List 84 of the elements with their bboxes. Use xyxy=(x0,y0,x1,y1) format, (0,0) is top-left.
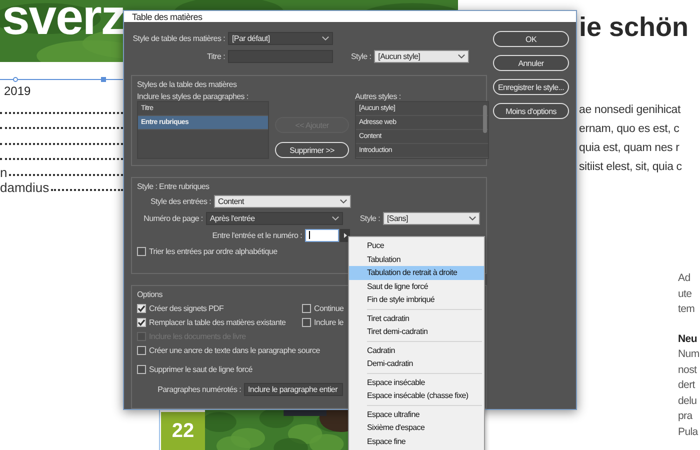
remove-button[interactable]: Supprimer >> xyxy=(275,142,349,158)
separator-field[interactable] xyxy=(305,228,339,242)
caret-icon xyxy=(332,216,339,220)
checkbox-label: Trier les entrées par ordre alphabétique xyxy=(149,247,278,256)
menu-item[interactable]: Espace insécable (chasse fixe) xyxy=(349,389,484,402)
paragraph-line: quia est, quam nes r xyxy=(579,141,680,155)
caret-icon xyxy=(469,216,476,220)
handle-icon[interactable] xyxy=(13,77,18,82)
list-label: Autres styles : xyxy=(355,92,401,101)
dropdown[interactable]: [Sans] xyxy=(383,212,480,224)
checkbox[interactable] xyxy=(137,304,146,313)
subheading: Neu xyxy=(678,332,698,346)
group-title: Options xyxy=(137,290,162,299)
dropdown[interactable]: Après l'entrée xyxy=(206,212,343,224)
paragraph-line: tem xyxy=(678,302,696,317)
paragraph-line: ute xyxy=(678,286,693,302)
window-title: Table des matières xyxy=(132,12,202,22)
menu-item[interactable]: Espace insécable xyxy=(349,376,484,389)
menu-item[interactable]: Demi-cadratin xyxy=(349,357,484,370)
paragraph-line: sitiist elest, sit, quia c xyxy=(579,160,682,174)
menu-item[interactable]: Tabulation de retrait à droite xyxy=(349,266,484,280)
paragraph-line: Num xyxy=(678,347,700,362)
menu-item[interactable]: Fin de style imbriqué xyxy=(349,293,484,306)
dialog-button[interactable]: Moins d'options xyxy=(493,103,569,119)
menu-item[interactable]: Espace fine xyxy=(349,434,484,448)
field-label: Style : xyxy=(351,52,372,60)
caret-icon xyxy=(458,54,466,58)
toc-entry: damdius xyxy=(0,181,50,194)
field-label: Entre l'entrée et le numéro : xyxy=(211,230,302,240)
group-title: Style : Entre rubriques xyxy=(137,182,210,191)
dialog-button[interactable]: Enregistrer le style... xyxy=(493,79,569,95)
toc-entry: n xyxy=(0,166,8,178)
scrollbar[interactable] xyxy=(483,105,487,133)
menu-item[interactable]: Puce xyxy=(349,239,484,252)
checkbox-label: Supprimer le saut de ligne forcé xyxy=(149,365,252,374)
field-label: Style de table des matières : xyxy=(132,34,225,42)
checkbox-label: Créer des signets PDF xyxy=(149,304,224,313)
paragraph-line: Ad xyxy=(678,271,692,286)
dialog-button[interactable]: Annuler xyxy=(493,55,569,71)
field-label: Paragraphes numérotés : xyxy=(156,384,241,394)
group-title: Styles de la table des matières xyxy=(137,80,237,89)
menu-item[interactable]: Tabulation xyxy=(349,252,484,266)
checkbox[interactable] xyxy=(137,346,146,355)
field-label: Numéro de page : xyxy=(142,214,203,222)
dialog-button[interactable]: OK xyxy=(493,31,569,47)
menu-item[interactable]: Saut de ligne forcé xyxy=(349,280,484,293)
caret-icon xyxy=(340,198,347,204)
toc-heading: 2019 xyxy=(4,84,31,98)
checkbox[interactable] xyxy=(302,304,311,313)
paragraph-line: dert xyxy=(678,378,696,393)
paragraph-line: ae nonsedi genihicat xyxy=(579,103,682,117)
paragraph-line: nost xyxy=(678,362,698,378)
menu-item[interactable]: Tiret demi-cadratin xyxy=(349,325,484,338)
dropdown[interactable]: Inclure le paragraphe entier xyxy=(244,382,343,396)
arrow-icon xyxy=(344,232,346,238)
checkbox-label: Continue xyxy=(314,304,344,313)
checkbox-label: Créer une ancre de texte dans le paragraphe source xyxy=(149,346,320,355)
dropdown[interactable]: Content xyxy=(214,194,351,208)
list-label: Inclure les styles de paragraphes : xyxy=(137,92,248,101)
menu-item[interactable]: Espace ultrafine xyxy=(349,408,484,421)
menu-item[interactable]: Sixième d'espace xyxy=(349,421,484,434)
paragraph-line: Pula xyxy=(678,424,700,440)
dropdown[interactable]: [Aucun style] xyxy=(374,50,470,62)
field-label: Titre : xyxy=(206,52,225,60)
field-label: Style des entrées : xyxy=(149,196,211,206)
menu-item[interactable]: Cadratin xyxy=(349,344,484,357)
dropdown[interactable]: [Par défaut] xyxy=(228,32,333,44)
page-number: 22 xyxy=(161,412,205,450)
field-label: Style : xyxy=(360,214,380,222)
checkbox[interactable] xyxy=(302,318,311,327)
checkbox[interactable] xyxy=(137,247,146,256)
checkbox[interactable] xyxy=(137,365,146,374)
paragraph-line: delu xyxy=(678,394,698,408)
checkbox-label: Inclure le xyxy=(314,318,344,327)
insert-button[interactable] xyxy=(340,228,350,242)
checkbox-label: Remplacer la table des matières existante xyxy=(149,318,286,327)
paragraph-line: ernam, quo es est, c xyxy=(579,122,680,136)
caret-icon xyxy=(322,36,329,40)
handle-icon[interactable] xyxy=(101,77,106,82)
menu-item[interactable]: Tiret cadratin xyxy=(349,312,484,325)
checkbox[interactable] xyxy=(137,318,146,327)
page-heading: ie schön xyxy=(579,12,689,43)
paragraph-line: pra xyxy=(678,409,694,424)
banner-title: sverz xyxy=(2,0,125,42)
